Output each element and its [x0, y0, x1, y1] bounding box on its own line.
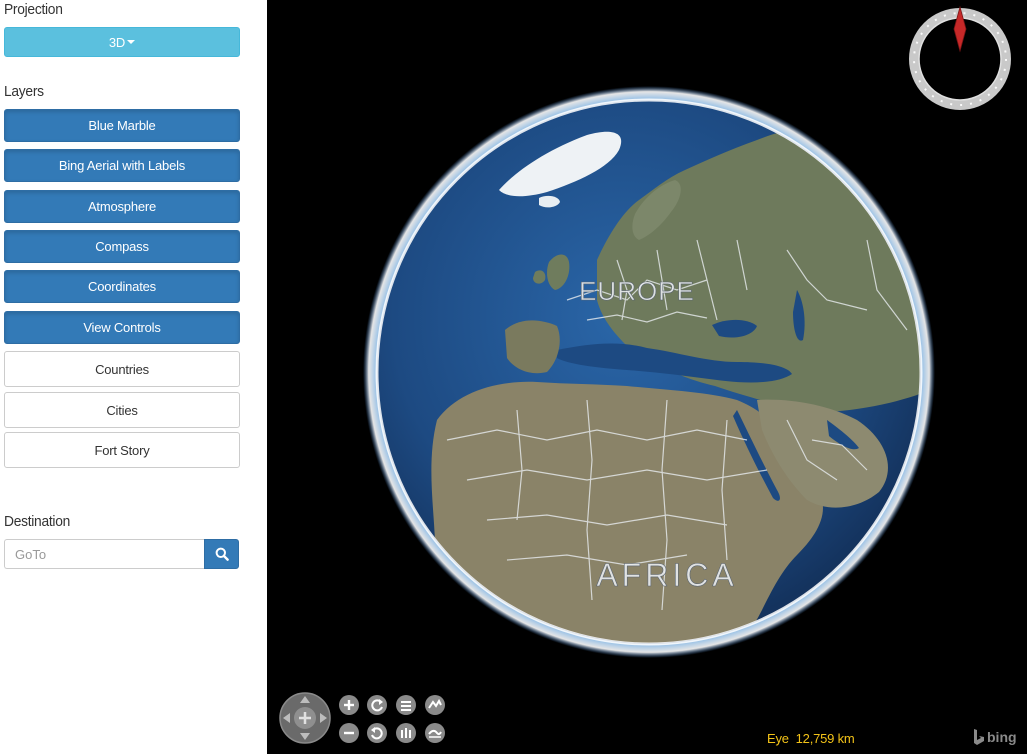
- layer-view-controls-button[interactable]: View Controls: [4, 311, 240, 344]
- app-root: Projection 3D Layers Blue Marble Bing Ae…: [0, 0, 1027, 754]
- tilt-up-icon[interactable]: [396, 695, 416, 715]
- layer-label: Cities: [106, 402, 138, 418]
- layer-coordinates-button[interactable]: Coordinates: [4, 270, 240, 303]
- layer-label: View Controls: [83, 320, 161, 335]
- layer-label: Compass: [95, 239, 149, 254]
- projection-value: 3D: [108, 34, 126, 50]
- exaggeration-up-icon[interactable]: [425, 695, 445, 715]
- bing-logo-text: bing: [987, 729, 1017, 745]
- layer-label: Atmosphere: [87, 199, 157, 214]
- layer-atmosphere-button[interactable]: Atmosphere: [4, 190, 240, 223]
- eye-value: 12,759 km: [795, 731, 855, 746]
- eye-label: Eye: [767, 731, 789, 746]
- layer-label: Countries: [95, 361, 149, 377]
- zoom-out-icon[interactable]: [339, 723, 359, 743]
- tilt-down-icon[interactable]: [396, 723, 416, 743]
- label-europe: EUROPE: [579, 276, 695, 306]
- zoom-in-icon[interactable]: [339, 695, 359, 715]
- layer-label: Coordinates: [88, 279, 156, 294]
- view-controls: [279, 692, 445, 744]
- projection-dropdown[interactable]: 3D: [4, 27, 240, 57]
- layer-compass-button[interactable]: Compass: [4, 230, 240, 263]
- destination-title: Destination: [4, 513, 71, 530]
- exaggeration-down-icon[interactable]: [425, 723, 445, 743]
- layer-blue-marble-button[interactable]: Blue Marble: [4, 109, 240, 142]
- layer-fort-story-button[interactable]: Fort Story: [4, 432, 240, 468]
- layer-bing-aerial-button[interactable]: Bing Aerial with Labels: [4, 149, 240, 182]
- layer-label: Blue Marble: [88, 118, 156, 133]
- layer-cities-button[interactable]: Cities: [4, 392, 240, 428]
- bing-logo: bing: [973, 729, 1017, 745]
- label-africa: AFRICA: [596, 557, 737, 593]
- compass-icon[interactable]: [909, 5, 1011, 110]
- layer-countries-button[interactable]: Countries: [4, 351, 240, 387]
- goto-group: [4, 539, 239, 569]
- pan-control-icon[interactable]: [279, 692, 331, 744]
- globe-canvas[interactable]: EUROPE AFRICA Eye 12,759 km bing: [267, 0, 1027, 754]
- search-icon: [215, 547, 229, 561]
- goto-input[interactable]: [4, 539, 204, 569]
- layer-label: Fort Story: [94, 442, 150, 458]
- bing-b-icon: [974, 729, 984, 745]
- globe-scene: EUROPE AFRICA: [279, 5, 1011, 744]
- rotate-cw-icon[interactable]: [367, 723, 387, 743]
- projection-title: Projection: [4, 1, 63, 18]
- goto-search-button[interactable]: [204, 539, 239, 569]
- eye-altitude-readout: Eye 12,759 km: [767, 731, 855, 746]
- caret-down-icon: [127, 40, 136, 44]
- layer-label: Bing Aerial with Labels: [58, 158, 186, 173]
- sidebar: Projection 3D Layers Blue Marble Bing Ae…: [0, 0, 267, 754]
- rotate-ccw-icon[interactable]: [367, 695, 387, 715]
- layers-title: Layers: [4, 83, 44, 100]
